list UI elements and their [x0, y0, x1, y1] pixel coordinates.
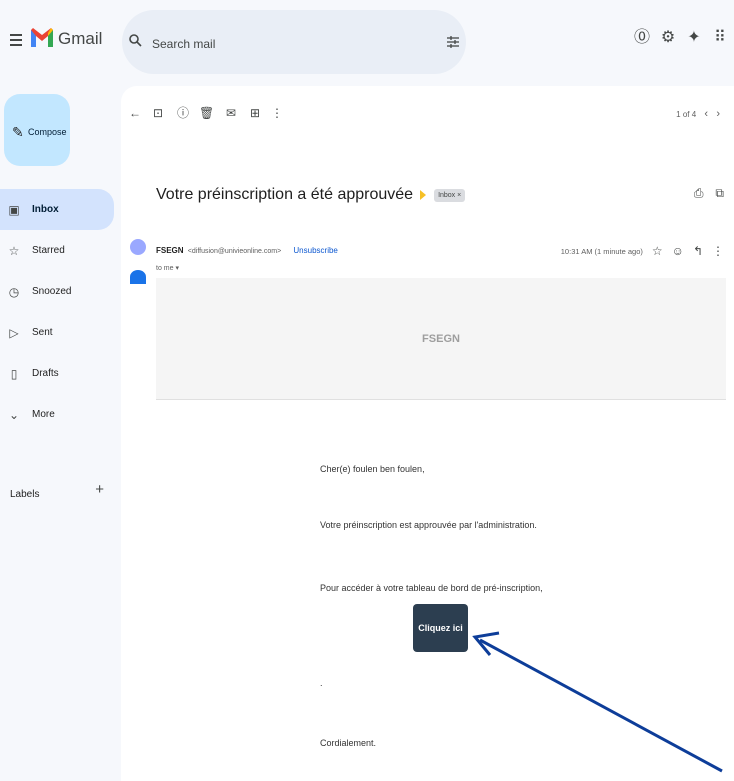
annotation-arrow — [472, 631, 723, 773]
